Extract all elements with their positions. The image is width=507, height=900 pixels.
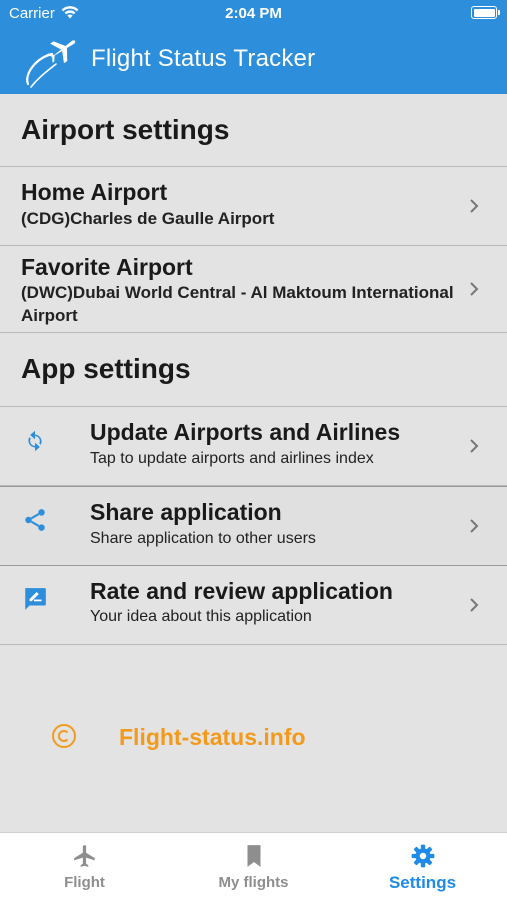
favorite-airport-label: Favorite Airport bbox=[21, 254, 193, 280]
favorite-airport-row[interactable]: Favorite Airport (DWC)Dubai World Centra… bbox=[0, 246, 507, 333]
home-airport-row[interactable]: Home Airport (CDG)Charles de Gaulle Airp… bbox=[0, 167, 507, 246]
tab-settings[interactable]: Settings bbox=[338, 833, 507, 900]
airport-settings-header: Airport settings bbox=[0, 94, 507, 167]
refresh-icon bbox=[28, 430, 42, 452]
gear-icon bbox=[411, 844, 435, 868]
clock: 2:04 PM bbox=[225, 5, 282, 22]
tab-label: Settings bbox=[388, 873, 457, 892]
footer-brand: Flight-status.info bbox=[0, 716, 507, 756]
update-airports-row[interactable]: Update Airports and Airlines Tap to upda… bbox=[0, 407, 507, 486]
chevron-right-icon bbox=[470, 439, 479, 453]
section-title: Airport settings bbox=[21, 114, 230, 145]
airplane-icon bbox=[74, 845, 95, 867]
update-airports-subtitle: Tap to update airports and airlines inde… bbox=[90, 450, 374, 467]
battery-icon bbox=[471, 6, 500, 19]
rate-review-label: Rate and review application bbox=[90, 578, 393, 604]
section-title: App settings bbox=[21, 353, 191, 384]
copyright-icon bbox=[52, 724, 76, 748]
app-header: Flight Status Tracker bbox=[0, 28, 507, 94]
tab-label: Flight bbox=[64, 874, 105, 891]
home-airport-value: (CDG)Charles de Gaulle Airport bbox=[21, 209, 275, 228]
tab-bar: Flight My flights Settings bbox=[0, 832, 507, 900]
chevron-right-icon bbox=[470, 282, 479, 296]
rate-review-subtitle: Your idea about this application bbox=[90, 608, 312, 625]
tab-my-flights[interactable]: My flights bbox=[169, 833, 338, 900]
tab-label: My flights bbox=[218, 874, 289, 891]
app-title: Flight Status Tracker bbox=[91, 45, 316, 72]
share-icon bbox=[25, 509, 45, 531]
home-airport-label: Home Airport bbox=[21, 179, 168, 205]
share-application-label: Share application bbox=[90, 499, 282, 525]
share-application-subtitle: Share application to other users bbox=[90, 530, 316, 547]
chevron-right-icon bbox=[470, 598, 479, 612]
bookmark-icon bbox=[247, 845, 261, 867]
rate-review-icon bbox=[25, 588, 46, 610]
share-application-row[interactable]: Share application Share application to o… bbox=[0, 486, 507, 566]
tab-flight[interactable]: Flight bbox=[0, 833, 169, 900]
favorite-airport-value: (DWC)Dubai World Central - Al Maktoum In… bbox=[21, 283, 454, 325]
app-settings-header: App settings bbox=[0, 333, 507, 407]
update-airports-label: Update Airports and Airlines bbox=[90, 419, 401, 445]
rate-review-row[interactable]: Rate and review application Your idea ab… bbox=[0, 566, 507, 645]
airplane-swoosh-logo-icon bbox=[26, 40, 76, 88]
website-link[interactable]: Flight-status.info bbox=[119, 724, 306, 751]
chevron-right-icon bbox=[470, 519, 479, 533]
chevron-right-icon bbox=[470, 199, 479, 213]
status-bar: Carrier 2:04 PM bbox=[0, 0, 507, 28]
